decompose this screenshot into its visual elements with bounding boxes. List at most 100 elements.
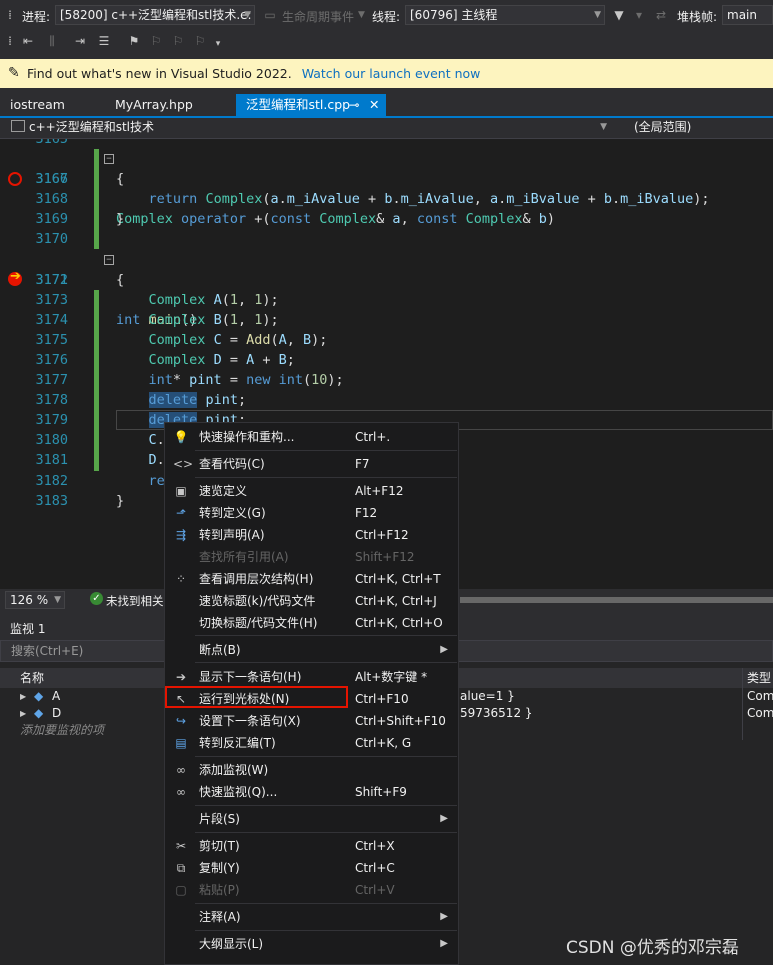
tab-main-cpp[interactable]: 泛型编程和stl.cpp ⊸ ✕ xyxy=(236,94,386,116)
menu-item-outlining[interactable]: 大纲显示(L) ▶ xyxy=(165,933,458,955)
expand-icon[interactable]: ▶ xyxy=(20,688,26,705)
menu-shortcut: Ctrl+. xyxy=(355,430,391,444)
filter-thread-icon[interactable]: ▾ xyxy=(631,7,647,23)
code-line: 3172{ xyxy=(0,270,773,290)
code-line: 3171 − int main() xyxy=(0,250,773,328)
clear-bookmarks-icon[interactable]: ⚐ xyxy=(192,33,208,49)
menu-shortcut: Ctrl+K, G xyxy=(355,736,412,750)
process-select[interactable]: [58200] c++泛型编程和stl技术.e: ▼ xyxy=(55,5,255,25)
menu-separator xyxy=(195,756,457,757)
collapse-icon[interactable]: − xyxy=(104,255,114,265)
watch-title: 监视 1 xyxy=(10,622,46,636)
menu-shortcut: Alt+F12 xyxy=(355,484,404,498)
copy-icon: ⧉ xyxy=(176,861,186,875)
thread-label: 线程: xyxy=(372,10,401,24)
collapse-icon[interactable]: − xyxy=(104,154,114,164)
pen-icon: ✎ xyxy=(8,65,20,81)
code-line: 3168 return Complex(a.m_iAvalue + b.m_iA… xyxy=(0,189,773,209)
menu-item-quick-watch[interactable]: ∞ 快速监视(Q)... Shift+F9 xyxy=(165,781,458,803)
hierarchy-icon: ⁘ xyxy=(175,572,187,586)
horizontal-scrollbar[interactable] xyxy=(460,597,773,603)
run-to-cursor-highlight xyxy=(165,686,348,708)
line-number: 3183 xyxy=(35,493,68,509)
pin-icon[interactable]: ⊸ xyxy=(349,94,359,116)
list-icon[interactable]: ☰ xyxy=(96,33,112,49)
menu-item-cut[interactable]: ✂ 剪切(T) Ctrl+X xyxy=(165,835,458,857)
menu-separator xyxy=(195,805,457,806)
expand-callstack-icon[interactable]: ⫼ xyxy=(44,33,60,49)
filter-icon[interactable]: ▼ xyxy=(611,7,627,23)
goto-decl-icon: ⇶ xyxy=(175,528,187,542)
menu-item-peek-definition[interactable]: ▣ 速览定义 Alt+F12 xyxy=(165,480,458,502)
menu-shortcut: Ctrl+K, Ctrl+T xyxy=(355,572,441,586)
zoom-value: 126 % xyxy=(10,593,49,607)
zoom-select[interactable]: 126 % ▼ xyxy=(5,591,65,609)
line-number: 3176 xyxy=(35,352,68,368)
menu-label: 注释(A) xyxy=(199,910,241,924)
menu-item-goto-definition[interactable]: ⬏ 转到定义(G) F12 xyxy=(165,502,458,524)
show-threads-icon[interactable]: ⇤ xyxy=(20,33,36,49)
submenu-arrow-icon: ▶ xyxy=(440,938,448,949)
watch-name: A xyxy=(52,689,61,703)
menu-item-quick-actions[interactable]: 💡 快速操作和重构... Ctrl+. xyxy=(165,426,458,448)
menu-item-peek-header[interactable]: 速览标题(k)/代码文件 Ctrl+K, Ctrl+J xyxy=(165,590,458,612)
indent-icon[interactable]: ⇥ xyxy=(72,33,88,49)
tab-label: iostream xyxy=(10,97,65,112)
line-number: 3179 xyxy=(35,412,68,428)
menu-separator xyxy=(195,477,457,478)
tab-iostream[interactable]: iostream xyxy=(0,94,110,116)
menu-shortcut: Shift+F12 xyxy=(355,550,415,564)
column-header-type[interactable]: 类型 xyxy=(747,668,771,688)
bookmark-icon[interactable]: ⚑ xyxy=(126,33,142,49)
info-text: Find out what's new in Visual Studio 202… xyxy=(27,66,292,81)
menu-item-show-next-statement[interactable]: ➔ 显示下一条语句(H) Alt+数字键 * xyxy=(165,666,458,688)
expand-icon[interactable]: ▶ xyxy=(20,705,26,722)
close-icon[interactable]: ✕ xyxy=(369,94,379,116)
menu-shortcut: F7 xyxy=(355,457,370,471)
menu-item-goto-declaration[interactable]: ⇶ 转到声明(A) Ctrl+F12 xyxy=(165,524,458,546)
tab-myarray[interactable]: MyArray.hpp xyxy=(105,94,235,116)
line-number: 3173 xyxy=(35,292,68,308)
thread-flag-icon[interactable]: ⇄ xyxy=(653,7,669,23)
next-bookmark-icon[interactable]: ⚐ xyxy=(170,33,186,49)
menu-item-call-hierarchy[interactable]: ⁘ 查看调用层次结构(H) Ctrl+K, Ctrl+T xyxy=(165,568,458,590)
lifecycle-events-button[interactable]: 生命周期事件 xyxy=(282,8,354,25)
menu-shortcut: Ctrl+K, Ctrl+J xyxy=(355,594,437,608)
issues-status[interactable]: 未找到相关 xyxy=(106,593,164,609)
code-line: 3175 Complex C = Add(A, B); xyxy=(0,330,773,350)
menu-label: 切换标题/代码文件(H) xyxy=(199,616,318,630)
code-line: 3176 Complex D = A + B; xyxy=(0,350,773,370)
object-icon: ◆ xyxy=(34,689,44,703)
code-line: 3170 xyxy=(0,229,773,249)
menu-shortcut: Ctrl+K, Ctrl+O xyxy=(355,616,443,630)
menu-label: 转到声明(A) xyxy=(199,528,265,542)
prev-bookmark-icon[interactable]: ⚐ xyxy=(148,33,164,49)
column-header-name[interactable]: 名称 xyxy=(20,668,44,688)
chevron-down-icon: ▼ xyxy=(594,10,601,20)
menu-shortcut: Ctrl+Shift+F10 xyxy=(355,714,446,728)
menu-item-toggle-header[interactable]: 切换标题/代码文件(H) Ctrl+K, Ctrl+O xyxy=(165,612,458,634)
menu-item-comment[interactable]: 注释(A) ▶ xyxy=(165,906,458,928)
line-number: 3177 xyxy=(35,372,68,388)
chevron-down-icon[interactable]: ▾ xyxy=(210,36,226,52)
thread-value: [60796] 主线程 xyxy=(410,8,498,22)
menu-item-copy[interactable]: ⧉ 复制(Y) Ctrl+C xyxy=(165,857,458,879)
menu-item-goto-disassembly[interactable]: ▤ 转到反汇编(T) Ctrl+K, G xyxy=(165,732,458,754)
scope-select[interactable]: c++泛型编程和stl技术 ▼ xyxy=(7,119,610,137)
line-number: 3165 xyxy=(35,139,68,147)
process-value: [58200] c++泛型编程和stl技术.e: xyxy=(60,8,252,22)
menu-item-set-next-statement[interactable]: ↪ 设置下一条语句(X) Ctrl+Shift+F10 xyxy=(165,710,458,732)
menu-label: 断点(B) xyxy=(199,643,241,657)
project-icon xyxy=(11,120,25,132)
menu-item-add-watch[interactable]: ∞ 添加监视(W) xyxy=(165,759,458,781)
menu-item-breakpoint[interactable]: 断点(B) ▶ xyxy=(165,639,458,661)
menu-label: 快速操作和重构... xyxy=(199,430,295,444)
stackframe-select[interactable]: main xyxy=(722,5,773,25)
member-select[interactable]: (全局范围) xyxy=(612,119,773,137)
menu-item-snippets[interactable]: 片段(S) ▶ xyxy=(165,808,458,830)
document-tabs: iostream MyArray.hpp 泛型编程和stl.cpp ⊸ ✕ xyxy=(0,94,773,116)
menu-item-view-code[interactable]: <> 查看代码(C) F7 xyxy=(165,453,458,475)
thread-select[interactable]: [60796] 主线程 ▼ xyxy=(405,5,605,25)
tab-label: 泛型编程和stl.cpp xyxy=(246,97,351,112)
launch-event-link[interactable]: Watch our launch event now xyxy=(302,66,481,81)
